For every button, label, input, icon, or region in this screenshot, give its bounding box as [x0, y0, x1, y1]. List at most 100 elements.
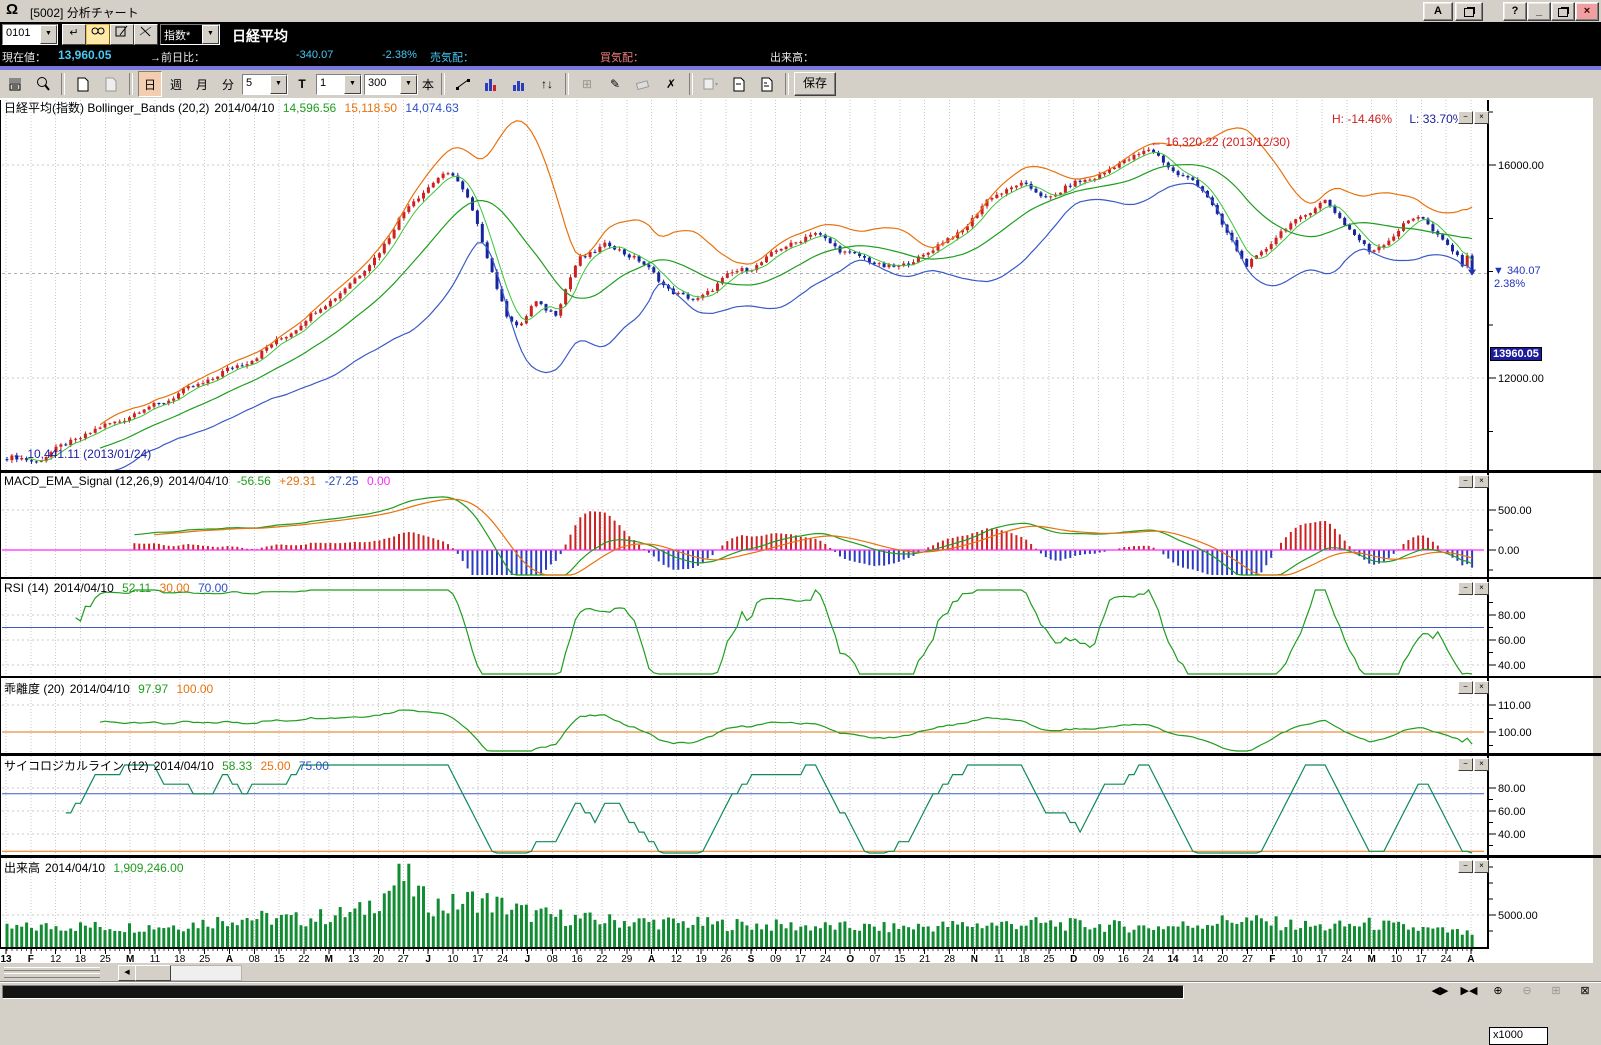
svg-text:22: 22	[298, 954, 310, 963]
svg-text:17: 17	[795, 954, 807, 963]
divider	[785, 73, 789, 95]
close-panel-icon[interactable]: ⊠	[1573, 984, 1597, 999]
layout-select-icon[interactable]	[698, 71, 724, 97]
panel-minimize-button[interactable]: −	[1458, 582, 1473, 595]
chevron-down-icon[interactable]: ▼	[400, 75, 417, 94]
panel-close-button[interactable]: ×	[1474, 475, 1489, 488]
period-month-button[interactable]: 月	[190, 71, 214, 97]
svg-text:J: J	[525, 954, 531, 963]
period-minute-button[interactable]: 分	[216, 71, 240, 97]
close-button[interactable]: ×	[1575, 2, 1599, 21]
svg-text:M: M	[1367, 954, 1375, 963]
chevron-down-icon[interactable]: ▼	[202, 25, 219, 44]
page-copy-icon[interactable]	[98, 71, 124, 97]
scroll-left-button[interactable]: ◀	[118, 965, 136, 981]
panel-minimize-button[interactable]: −	[1458, 475, 1473, 488]
svg-text:18: 18	[75, 954, 87, 963]
svg-text:25: 25	[100, 954, 112, 963]
svg-text:13: 13	[348, 954, 360, 963]
delete-all-icon[interactable]: ✗	[658, 71, 684, 97]
chart-canvas[interactable]: 16000.0012000.00500.000.0080.0060.0040.0…	[0, 98, 1601, 963]
print-icon[interactable]	[2, 71, 28, 97]
bar-count-select[interactable]: 300▼	[364, 74, 418, 95]
panel-close-button[interactable]: ×	[1474, 860, 1489, 873]
chevron-down-icon[interactable]: ▼	[40, 25, 57, 44]
svg-text:24: 24	[497, 954, 509, 963]
divider	[689, 73, 693, 95]
zoom-out-icon[interactable]: ⊖	[1515, 984, 1539, 999]
edit-chart-icon[interactable]	[110, 24, 134, 45]
boll-lower-value: 14,074.63	[405, 101, 458, 115]
minimize-button[interactable]: _	[1527, 2, 1551, 21]
panel-minimize-button[interactable]: −	[1458, 758, 1473, 771]
updown-arrows-icon[interactable]: ↑↓	[534, 71, 560, 97]
category-select[interactable]: 指数*▼	[160, 24, 220, 45]
copy-icon[interactable]	[1455, 2, 1483, 21]
eraser-icon[interactable]	[630, 71, 656, 97]
svg-text:110.00: 110.00	[1498, 700, 1531, 712]
main-panel-header: 日経平均(指数) Bollinger_Bands (20,2) 2014/04/1…	[4, 99, 464, 116]
svg-text:M: M	[325, 954, 333, 963]
binoculars-icon[interactable]	[86, 24, 110, 45]
restore-icon[interactable]	[1551, 2, 1575, 21]
period-week-button[interactable]: 週	[164, 71, 188, 97]
panel-close-button[interactable]: ×	[1474, 758, 1489, 771]
svg-text:10: 10	[1292, 954, 1304, 963]
boll-mid-value: 14,596.56	[283, 101, 336, 115]
svg-text:14: 14	[1192, 954, 1204, 963]
pencil-icon[interactable]: ✎	[602, 71, 628, 97]
zoom-icon[interactable]	[30, 71, 56, 97]
volume-unit-badge: x1000	[1489, 1027, 1548, 1045]
volume-title: 出来高	[4, 861, 40, 875]
svg-text:20: 20	[1217, 954, 1229, 963]
trendline-icon[interactable]	[450, 71, 476, 97]
panel-minimize-button[interactable]: −	[1458, 860, 1473, 873]
scrollbar-thumb[interactable]	[135, 965, 171, 981]
help-button[interactable]: ?	[1503, 2, 1527, 21]
tick-span-select[interactable]: 1▼	[316, 74, 362, 95]
bar-chart-small-icon[interactable]	[506, 71, 532, 97]
symbol-code-select[interactable]: 0101 ▼	[2, 24, 58, 45]
panel-close-button[interactable]: ×	[1474, 111, 1489, 124]
layout-load-icon[interactable]	[754, 71, 780, 97]
tick-button[interactable]: T	[290, 71, 314, 97]
layout-save-icon[interactable]	[726, 71, 752, 97]
save-button[interactable]: 保存	[794, 72, 836, 96]
symbol-code: 0101	[6, 27, 30, 39]
pan-out-icon[interactable]: ◀▶	[1428, 984, 1452, 999]
enter-button[interactable]: ↵	[62, 24, 86, 45]
svg-text:24: 24	[1341, 954, 1353, 963]
divider	[565, 73, 569, 95]
svg-text:40.00: 40.00	[1498, 829, 1526, 841]
minute-span-select[interactable]: 5▼	[242, 74, 288, 95]
svg-text:16: 16	[572, 954, 584, 963]
svg-text:25: 25	[199, 954, 211, 963]
main-title: 日経平均(指数) Bollinger_Bands (20,2)	[4, 101, 209, 115]
panel-close-button[interactable]: ×	[1474, 681, 1489, 694]
panel-close-button[interactable]: ×	[1474, 582, 1489, 595]
panel-minimize-button[interactable]: −	[1458, 681, 1473, 694]
bar-chart-blue-icon[interactable]	[478, 71, 504, 97]
svg-text:N: N	[971, 954, 978, 963]
zoom-in-icon[interactable]: ⊕	[1486, 984, 1510, 999]
svg-text:12000.00: 12000.00	[1498, 373, 1544, 385]
font-button[interactable]: A	[1423, 2, 1453, 21]
grid-icon[interactable]: ⊞	[574, 71, 600, 97]
resize-grip[interactable]	[4, 967, 100, 978]
new-page-icon[interactable]	[70, 71, 96, 97]
trendline-delete-icon[interactable]	[134, 24, 158, 45]
period-day-button[interactable]: 日	[138, 71, 162, 97]
chevron-down-icon[interactable]: ▼	[270, 75, 287, 94]
chevron-down-icon[interactable]: ▼	[344, 75, 361, 94]
change-label: →前日比：	[150, 49, 205, 65]
panel-minimize-button[interactable]: −	[1458, 111, 1473, 124]
pan-in-icon[interactable]: ▶◀	[1457, 984, 1481, 999]
macd-date: 2014/04/10	[168, 474, 228, 488]
macd-panel-controls: −×	[1458, 475, 1489, 488]
volume-value: 1,909,246.00	[113, 861, 183, 875]
rsi-date: 2014/04/10	[54, 581, 114, 595]
volume-label: 出来高：	[770, 49, 814, 65]
macd-value: -56.56	[237, 474, 271, 488]
grid-toggle-icon[interactable]: ⊞	[1544, 984, 1568, 999]
main-date: 2014/04/10	[214, 101, 274, 115]
